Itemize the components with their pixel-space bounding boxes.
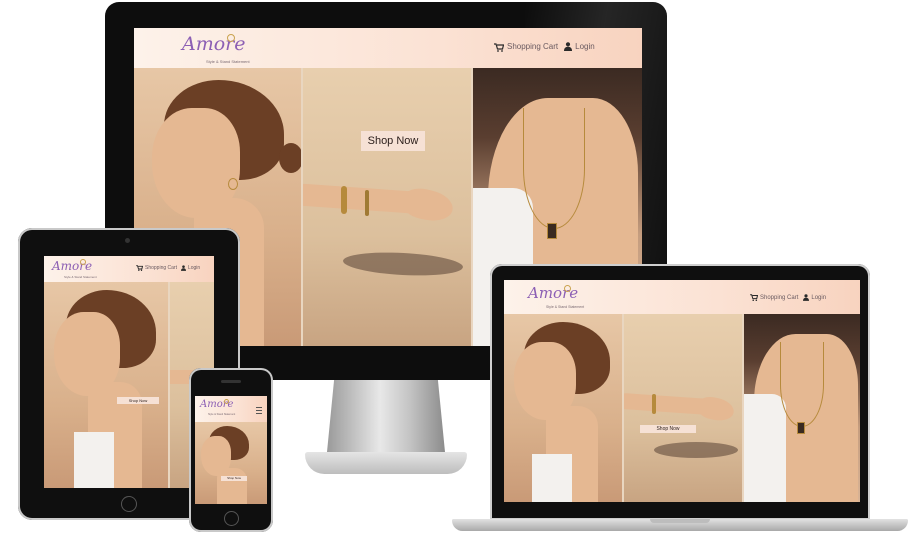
brand-logo[interactable]: Amore Style & Stand Statement xyxy=(52,259,97,279)
laptop: Amore Style & Stand Statement Shopping C… xyxy=(452,264,908,536)
hand-shadow xyxy=(342,249,464,279)
user-icon[interactable] xyxy=(803,294,810,301)
brand-tagline: Style & Stand Statement xyxy=(546,305,585,309)
brand-tagline: Style & Stand Statement xyxy=(208,413,236,416)
site-nav: Shopping Cart Login xyxy=(136,265,200,271)
model-neck xyxy=(217,468,247,504)
user-icon[interactable] xyxy=(180,265,186,271)
brand-logo[interactable]: Amore Style & Stand Statement xyxy=(528,284,584,309)
shopping-cart-icon[interactable] xyxy=(136,265,144,271)
white-top xyxy=(532,454,572,502)
laptop-screen: Amore Style & Stand Statement Shopping C… xyxy=(504,280,860,502)
hero-panel-right xyxy=(744,314,860,502)
hamburger-menu-icon[interactable] xyxy=(256,407,262,414)
nav-login-link[interactable]: Login xyxy=(188,265,200,271)
ring-icon xyxy=(224,399,229,404)
ring-icon xyxy=(227,34,235,42)
brand-tagline: Style & Stand Statement xyxy=(206,59,250,64)
brand-name: Amore xyxy=(52,259,93,273)
pendant-icon xyxy=(797,422,805,434)
necklace-chain-icon xyxy=(523,108,585,229)
laptop-notch xyxy=(650,519,710,523)
site-header: Amore Style & Stand Statement Shopping C… xyxy=(504,280,860,314)
shop-now-button[interactable]: Shop Now xyxy=(117,397,159,404)
shop-now-button[interactable]: Shop Now xyxy=(640,425,696,433)
brand-logo[interactable]: Amore Style & Stand Statement xyxy=(182,33,250,64)
nav-cart-link[interactable]: Shopping Cart xyxy=(507,42,558,51)
phone: Amore Style & Stand Statement Shop Now xyxy=(189,368,273,532)
hero-panel-center: Shop Now xyxy=(303,68,471,346)
site-header: Amore Style & Stand Statement Shopping C… xyxy=(134,28,642,68)
ring-icon xyxy=(564,285,571,292)
hero-panel-left: Shop Now xyxy=(195,422,267,504)
hero-panel-left: Shop Now xyxy=(44,282,168,488)
shopping-cart-icon[interactable] xyxy=(494,42,505,52)
brand-tagline: Style & Stand Statement xyxy=(64,275,97,279)
nav-cart-link[interactable]: Shopping Cart xyxy=(760,295,798,301)
ring-icon xyxy=(80,259,86,265)
brand-logo[interactable]: Amore Style & Stand Statement xyxy=(200,399,235,416)
shopping-cart-icon[interactable] xyxy=(750,294,759,301)
bracelet-icon xyxy=(341,186,347,214)
model-hand xyxy=(696,394,736,424)
bracelet-icon xyxy=(652,394,656,414)
necklace-chain-icon xyxy=(780,342,824,427)
earring-icon xyxy=(228,178,238,190)
pendant-icon xyxy=(547,223,557,239)
shop-now-button[interactable]: Shop Now xyxy=(221,476,247,481)
hero-panel-left xyxy=(504,314,622,502)
model-hand xyxy=(400,185,456,225)
model-hand xyxy=(593,173,637,233)
model-bun xyxy=(279,143,301,173)
white-top xyxy=(744,394,786,502)
site-header: Amore Style & Stand Statement xyxy=(195,396,267,422)
phone-screen: Amore Style & Stand Statement Shop Now xyxy=(195,396,267,504)
monitor-base xyxy=(305,452,467,474)
brand-name: Amore xyxy=(182,33,246,55)
site-nav: Shopping Cart Login xyxy=(494,42,595,52)
nav-login-link[interactable]: Login xyxy=(575,42,595,51)
white-top xyxy=(74,432,114,488)
phone-home-button[interactable] xyxy=(224,511,239,526)
hero-panel-center: Shop Now xyxy=(624,314,742,502)
phone-speaker xyxy=(221,380,241,383)
monitor-neck xyxy=(327,380,445,452)
site-header: Amore Style & Stand Statement Shopping C… xyxy=(44,256,214,282)
tablet-home-button[interactable] xyxy=(121,496,137,512)
nav-login-link[interactable]: Login xyxy=(811,295,826,301)
site-nav: Shopping Cart Login xyxy=(750,294,826,301)
nav-cart-link[interactable]: Shopping Cart xyxy=(145,265,177,271)
shop-now-button[interactable]: Shop Now xyxy=(361,131,425,151)
tablet-camera xyxy=(125,238,130,243)
user-icon[interactable] xyxy=(564,42,573,51)
bracelet-chain-icon xyxy=(365,190,369,216)
hand-shadow xyxy=(654,442,738,458)
